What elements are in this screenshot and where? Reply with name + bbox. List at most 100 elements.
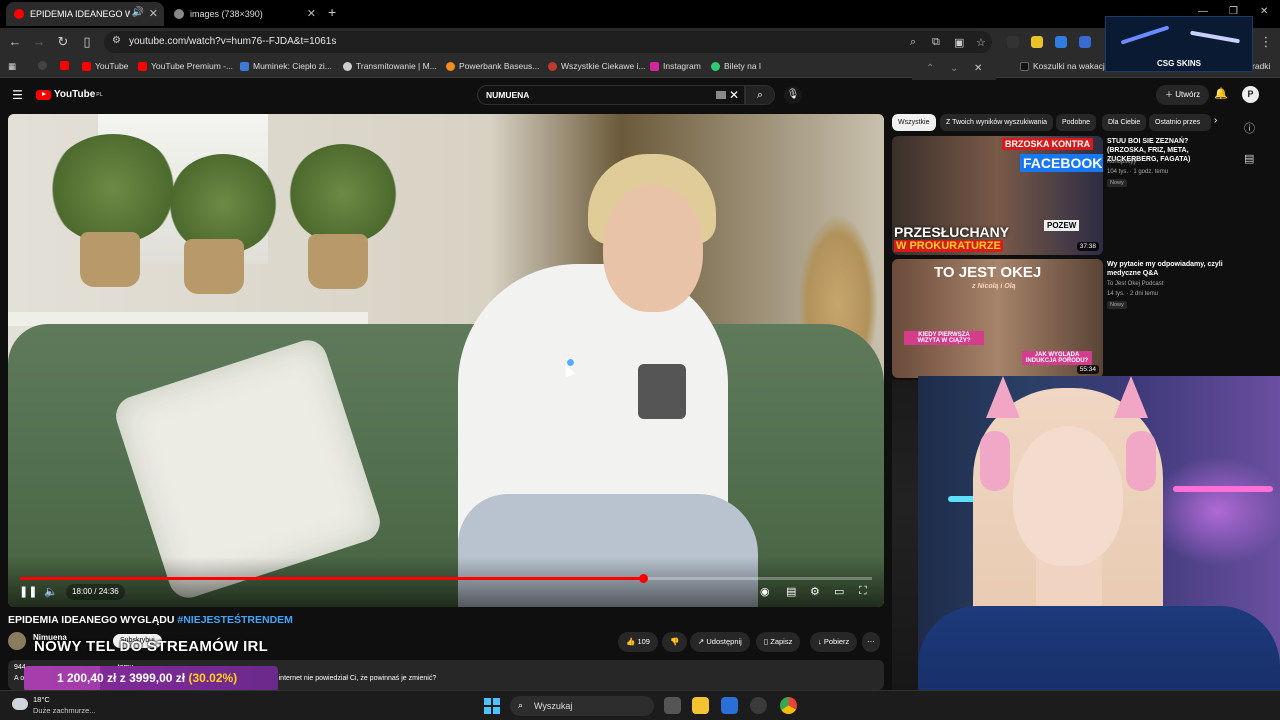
zoom-icon[interactable]: ⌕ <box>910 36 916 49</box>
bookmark-koszulki[interactable]: Koszulki na wakacje... <box>1020 61 1117 71</box>
start-button-icon[interactable] <box>484 698 500 714</box>
recommendation-thumbnail[interactable]: BRZOSKA KONTRA FACEBOOK POZEW PRZESŁUCHA… <box>892 136 1103 255</box>
person-head <box>603 184 703 312</box>
fullscreen-icon[interactable]: ⛶ <box>859 585 867 598</box>
new-tab-icon[interactable]: + <box>328 4 336 20</box>
rifle-icon <box>1120 25 1170 45</box>
bookmark-icon[interactable] <box>60 61 73 70</box>
download-button[interactable]: ↓ Pobierz <box>810 632 858 652</box>
clear-search-icon[interactable]: ✕ <box>729 88 739 102</box>
more-actions-icon[interactable]: ⋯ <box>862 632 880 652</box>
find-next-icon[interactable]: ⌄ <box>950 63 958 74</box>
chrome-icon[interactable] <box>780 697 797 714</box>
stream-overlay-text: NOWY TEL DO STREAMÓW IRL <box>34 638 269 655</box>
bookmark-star-icon[interactable]: ☆ <box>976 36 986 49</box>
chip-recently-uploaded[interactable]: Ostatnio przes <box>1149 114 1211 131</box>
close-tab-icon[interactable]: ✕ <box>307 7 316 20</box>
file-explorer-icon[interactable] <box>692 697 709 714</box>
avatar[interactable]: P <box>1242 86 1259 103</box>
sidepanel-icon[interactable]: ▯ <box>79 34 95 50</box>
streamer-face <box>1013 426 1123 566</box>
forward-icon[interactable]: → <box>31 34 47 49</box>
recommendation-title[interactable]: Wy pytacie my odpowiadamy, czyli medyczn… <box>1107 260 1227 278</box>
rifle-icon <box>1190 30 1240 44</box>
bookmark-youtube-premium[interactable]: YouTube Premium -... <box>138 61 233 71</box>
chevron-right-icon[interactable]: › <box>1214 115 1217 126</box>
keyboard-icon[interactable] <box>716 91 726 99</box>
task-view-icon[interactable] <box>664 697 681 714</box>
store-icon[interactable] <box>721 697 738 714</box>
install-icon[interactable]: ⧉ <box>932 36 940 49</box>
settings-gear-icon[interactable]: ⚙ <box>810 585 820 598</box>
pot-shape <box>308 234 368 289</box>
recommendation-thumbnail-partial[interactable] <box>892 380 918 690</box>
search-input[interactable]: NUMUENA ✕ <box>477 85 745 105</box>
volume-icon[interactable]: 🔈 <box>44 585 58 598</box>
voice-search-icon[interactable]: 🎙 <box>784 86 802 104</box>
bookmark-youtube[interactable]: YouTube <box>82 61 128 71</box>
csg-logo: CSG SKINS <box>1156 59 1201 68</box>
speaker-icon[interactable]: 🔊 <box>132 7 144 18</box>
app-icon[interactable] <box>750 697 767 714</box>
recommendation-channel[interactable]: To Jest Okej Podcast <box>1107 281 1163 287</box>
bookmark-powerbank[interactable]: Powerbank Baseus... <box>446 61 539 71</box>
notifications-bell-icon[interactable]: 🔔 <box>1214 87 1228 100</box>
close-window-icon[interactable]: ✕ <box>1260 6 1268 17</box>
channel-avatar[interactable] <box>8 632 26 650</box>
recommendation-channel[interactable]: Konopskyy <box>1107 159 1136 165</box>
bookmark-muminek[interactable]: Muminek: Ciepło zi... <box>240 61 332 71</box>
weather-temp[interactable]: 18°C <box>33 695 50 704</box>
extension-icon[interactable] <box>1031 36 1043 48</box>
bookmark-bilety[interactable]: Bilety na l <box>711 61 761 71</box>
youtube-logo[interactable]: YouTube PL <box>36 89 103 100</box>
miniplayer-icon[interactable]: ▭ <box>834 585 844 598</box>
recommendation-thumbnail[interactable]: TO JEST OKEJ z Nicolą i Olą KIEDY PIERWS… <box>892 259 1103 378</box>
reload-icon[interactable]: ↻ <box>55 34 71 50</box>
chip-related[interactable]: Podobne <box>1056 114 1097 131</box>
bookmark-radki[interactable]: radki <box>1252 61 1270 71</box>
menu-kebab-icon[interactable]: ⋮ <box>1258 34 1274 50</box>
extension-icon[interactable] <box>1007 36 1019 48</box>
chip-all[interactable]: Wszystkie <box>892 114 936 131</box>
weather-desc[interactable]: Duże zachmurze... <box>33 706 96 715</box>
browser-tab-bar: EPIDEMIA IDEANEGO WYGLĄDU 🔊 ✕ images (73… <box>0 0 1280 28</box>
chip-search-results[interactable]: Z Twoich wyników wyszukiwania <box>940 114 1054 131</box>
bookmark-ciekawe[interactable]: Wszystkie Ciekawe i... <box>548 61 646 71</box>
download-icon: ↓ <box>818 637 822 646</box>
chat-icon[interactable]: ▤ <box>1244 152 1254 165</box>
subtitles-icon[interactable]: ▤ <box>786 585 796 598</box>
back-icon[interactable]: ← <box>7 34 23 49</box>
chip-for-you[interactable]: Dla Ciebie <box>1102 114 1147 131</box>
omnibox[interactable]: ⚙ youtube.com/watch?v=hum76--FJDA&t=1061… <box>104 31 992 53</box>
reader-icon[interactable]: ▣ <box>954 36 964 49</box>
streamer-body <box>918 606 1280 690</box>
find-close-icon[interactable]: ✕ <box>974 63 982 74</box>
cloud-icon[interactable] <box>12 698 28 710</box>
like-button[interactable]: 👍 109 <box>618 632 658 652</box>
tab-images[interactable]: images (738×390) ✕ <box>166 2 322 26</box>
share-button[interactable]: ↗ Udostępnij <box>690 632 750 652</box>
create-button[interactable]: ＋ Utwórz <box>1156 85 1210 105</box>
video-player[interactable]: ❚❚ 🔈 18:00 / 24:36 ◉ ▤ ⚙ ▭ ⛶ <box>8 114 884 607</box>
bookmark-icon[interactable] <box>38 61 51 70</box>
extension-icon[interactable] <box>1055 36 1067 48</box>
autoplay-toggle-icon[interactable]: ◉ <box>760 585 770 598</box>
extension-icon[interactable] <box>1079 36 1091 48</box>
hashtag-link[interactable]: #NIEJESTEŚTRENDEM <box>177 614 293 626</box>
bookmark-instagram[interactable]: Instagram <box>650 61 701 71</box>
hamburger-menu-icon[interactable]: ☰ <box>12 88 23 102</box>
save-button[interactable]: ▯ Zapisz <box>756 632 801 652</box>
pause-icon[interactable]: ❚❚ <box>19 585 37 598</box>
apps-grid-icon[interactable]: ▦ <box>8 61 16 72</box>
bookmark-transmitowanie[interactable]: Transmitowanie | M... <box>343 61 437 71</box>
progress-bar[interactable] <box>20 574 872 583</box>
find-prev-icon[interactable]: ⌃ <box>926 63 934 74</box>
info-icon[interactable]: ⓘ <box>1244 120 1255 136</box>
dislike-button[interactable]: 👎 <box>662 632 688 652</box>
search-button[interactable]: ⌕ <box>745 85 775 105</box>
tab-youtube[interactable]: EPIDEMIA IDEANEGO WYGLĄDU 🔊 ✕ <box>6 2 164 26</box>
pot-shape <box>80 232 140 287</box>
taskbar-search-input[interactable]: ⌕ Wyszukaj <box>510 696 654 716</box>
close-tab-icon[interactable]: ✕ <box>149 7 158 20</box>
site-info-icon[interactable]: ⚙ <box>112 35 121 46</box>
